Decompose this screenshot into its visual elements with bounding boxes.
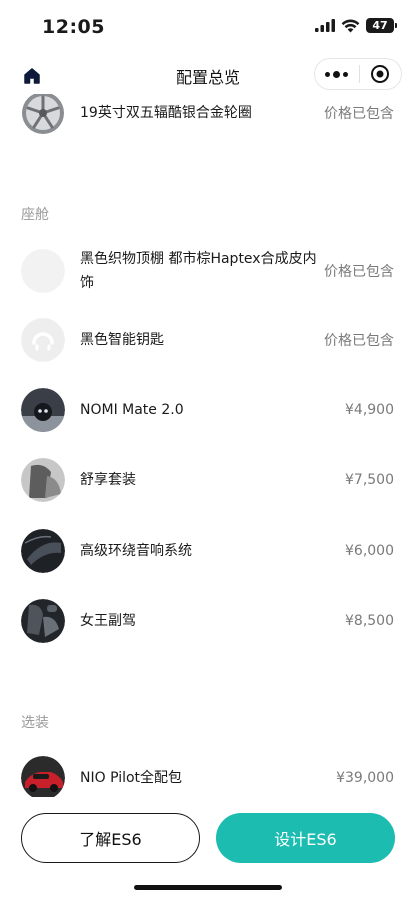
dot-icon xyxy=(343,71,349,77)
item-price: ¥6,000 xyxy=(345,543,394,559)
battery-level: 47 xyxy=(372,19,388,32)
item-price: ¥4,900 xyxy=(345,402,394,418)
wifi-icon xyxy=(341,19,360,32)
item-name: 黑色织物顶棚 都市棕Haptex合成皮内饰 xyxy=(80,251,317,291)
list-item[interactable]: 19英寸双五辐酷银合金轮圈 价格已包含 xyxy=(0,94,416,135)
section-label-cabin: 座舱 xyxy=(21,207,49,223)
status-icons: 47 xyxy=(315,18,397,33)
home-indicator[interactable] xyxy=(134,885,282,890)
battery-icon: 47 xyxy=(366,18,397,33)
item-price: 价格已包含 xyxy=(324,106,394,122)
wheel-icon xyxy=(21,94,65,135)
item-name: 19英寸双五辐酷银合金轮圈 xyxy=(80,105,252,121)
status-bar: 12:05 47 xyxy=(0,0,416,56)
item-price: ¥39,000 xyxy=(336,770,394,786)
list-item[interactable]: 黑色织物顶棚 都市棕Haptex合成皮内饰 价格已包含 xyxy=(0,247,416,295)
dot-icon xyxy=(333,70,341,78)
nav-bar: 配置总览 xyxy=(0,56,416,94)
item-name: 高级环绕音响系统 xyxy=(80,543,192,559)
list-item[interactable]: 舒享套装 ¥7,500 xyxy=(0,458,416,502)
section-label-options: 选装 xyxy=(21,715,49,731)
seat-icon xyxy=(21,458,65,502)
design-es6-button[interactable]: 设计ES6 xyxy=(216,813,395,863)
dot-icon xyxy=(325,71,331,77)
list-item[interactable]: 高级环绕音响系统 ¥6,000 xyxy=(0,529,416,573)
list-item[interactable]: 黑色智能钥匙 价格已包含 xyxy=(0,318,416,362)
item-price: ¥7,500 xyxy=(345,472,394,488)
target-close-icon xyxy=(371,65,390,83)
close-mini-program-button[interactable] xyxy=(359,59,401,89)
list-item[interactable]: NOMI Mate 2.0 ¥4,900 xyxy=(0,388,416,432)
passenger-seat-icon xyxy=(21,599,65,643)
status-time: 12:05 xyxy=(42,16,105,38)
speaker-icon xyxy=(21,529,65,573)
bottom-action-bar: 了解ES6 设计ES6 xyxy=(0,797,416,900)
item-price: 价格已包含 xyxy=(324,264,394,280)
nio-key-icon xyxy=(21,318,65,362)
red-car-icon xyxy=(21,756,65,797)
learn-es6-button[interactable]: 了解ES6 xyxy=(21,813,200,863)
fabric-swatch-icon xyxy=(21,249,65,293)
item-name: NOMI Mate 2.0 xyxy=(80,402,184,418)
item-name: NIO Pilot全配包 xyxy=(80,770,183,786)
nomi-robot-icon xyxy=(21,388,65,432)
item-price: ¥8,500 xyxy=(345,613,394,629)
config-list[interactable]: 19英寸双五辐酷银合金轮圈 价格已包含 座舱 黑色织物顶棚 都市棕Haptex合… xyxy=(0,94,416,797)
item-name: 黑色智能钥匙 xyxy=(80,332,164,348)
list-item[interactable]: 女王副驾 ¥8,500 xyxy=(0,599,416,643)
item-name: 舒享套装 xyxy=(80,472,136,488)
list-item[interactable]: NIO Pilot全配包 ¥39,000 xyxy=(0,756,416,797)
mini-program-capsule xyxy=(314,58,402,90)
more-options-button[interactable] xyxy=(315,59,359,89)
item-name: 女王副驾 xyxy=(80,613,136,629)
cellular-signal-icon xyxy=(315,19,335,32)
item-price: 价格已包含 xyxy=(324,333,394,349)
